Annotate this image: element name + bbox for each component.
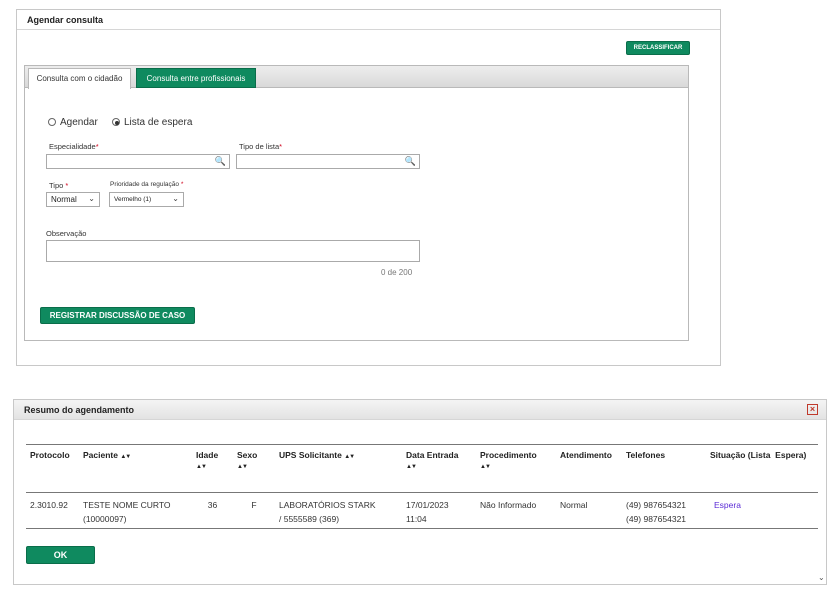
sort-icon[interactable]: ▲▼ <box>344 454 355 460</box>
tipo-lista-label-text: Tipo de lista <box>239 142 280 151</box>
paciente-id: (10000097) <box>83 514 127 524</box>
tab-consulta-profissionais[interactable]: Consulta entre profissionais <box>136 68 256 88</box>
radio-agendar-icon <box>48 118 56 126</box>
situacao-link[interactable]: Espera <box>714 500 741 510</box>
radio-lista-espera-icon <box>112 118 120 126</box>
col-ups-label: UPS Solicitante <box>279 450 342 460</box>
col-paciente-label: Paciente <box>83 450 118 460</box>
observacao-textarea[interactable] <box>46 240 420 262</box>
data-line1: 17/01/2023 <box>406 500 449 510</box>
col-protocolo-label: Protocolo <box>30 450 70 460</box>
especialidade-input[interactable]: 🔍 <box>46 154 230 169</box>
sort-icon[interactable]: ▲▼ <box>406 464 417 470</box>
observacao-label: Observação <box>46 229 87 238</box>
prioridade-label: Prioridade da regulação * <box>110 181 183 188</box>
table-row[interactable]: 2.3010.92 TESTE NOME CURTO (10000097) 36 … <box>26 492 818 529</box>
cell-telefones: (49) 987654321 (49) 987654321 <box>622 492 706 529</box>
col-paciente[interactable]: Paciente ▲▼ <box>79 444 192 493</box>
cell-sexo: F <box>233 492 275 529</box>
panel-title: Agendar consulta <box>17 10 720 30</box>
col-data-entrada[interactable]: Data Entrada ▲▼ <box>402 444 476 493</box>
search-icon[interactable]: 🔍 <box>215 156 226 167</box>
data-line2: 11:04 <box>406 514 427 524</box>
col-situacao: Situação (Lista Espera) <box>706 444 818 493</box>
cell-protocolo: 2.3010.92 <box>26 492 79 529</box>
cell-procedimento: Não Informado <box>476 492 556 529</box>
cell-paciente: TESTE NOME CURTO (10000097) <box>79 492 192 529</box>
tab-consulta-cidadao[interactable]: Consulta com o cidadão <box>28 68 131 89</box>
col-atendimento-label: Atendimento <box>560 450 612 460</box>
required-mark: * <box>95 142 99 151</box>
cell-situacao: Espera <box>706 492 818 529</box>
required-mark: * <box>65 181 69 190</box>
radio-lista-espera-label: Lista de espera <box>124 117 193 128</box>
tipo-select-value: Normal <box>51 195 77 204</box>
col-protocolo: Protocolo <box>26 444 79 493</box>
col-data-label: Data Entrada <box>406 450 459 460</box>
col-idade-label: Idade <box>196 450 219 460</box>
radio-agendar-label: Agendar <box>60 117 98 128</box>
col-telefones: Telefones <box>622 444 706 493</box>
required-mark: * <box>279 142 283 151</box>
tipo-lista-label: Tipo de lista* <box>239 142 282 151</box>
prioridade-label-text: Prioridade da regulação <box>110 181 180 188</box>
prioridade-select-value: Vermelho (1) <box>114 196 152 203</box>
search-icon[interactable]: 🔍 <box>405 156 416 167</box>
col-idade[interactable]: Idade ▲▼ <box>192 444 233 493</box>
sort-icon[interactable]: ▲▼ <box>480 464 491 470</box>
tab-bar: Consulta com o cidadão Consulta entre pr… <box>25 66 688 89</box>
paciente-nome: TESTE NOME CURTO <box>83 500 171 510</box>
scroll-down-icon[interactable]: ⌄ <box>818 573 825 582</box>
prioridade-select[interactable]: Vermelho (1) ⌄ <box>109 192 184 207</box>
chevron-down-icon: ⌄ <box>88 194 95 203</box>
ups-line1: LABORATÓRIOS STARK <box>279 500 376 510</box>
cell-ups: LABORATÓRIOS STARK / 5555589 (369) <box>275 492 402 529</box>
col-atendimento: Atendimento <box>556 444 622 493</box>
col-situacao-label: Situação (Lista Espera) <box>710 450 807 460</box>
col-telefones-label: Telefones <box>626 450 666 460</box>
especialidade-label-text: Especialidade <box>49 142 96 151</box>
sort-icon[interactable]: ▲▼ <box>196 464 207 470</box>
ups-line2: / 5555589 (369) <box>279 514 340 524</box>
tipo-select[interactable]: Normal ⌄ <box>46 192 100 207</box>
resumo-table: Protocolo Paciente ▲▼ Idade ▲▼ Sexo ▲▼ UPS… <box>26 444 818 529</box>
especialidade-label: Especialidade* <box>49 142 99 151</box>
col-procedimento[interactable]: Procedimento ▲▼ <box>476 444 556 493</box>
sort-icon[interactable]: ▲▼ <box>120 454 131 460</box>
resumo-title: Resumo do agendamento <box>14 400 826 420</box>
col-ups[interactable]: UPS Solicitante ▲▼ <box>275 444 402 493</box>
col-sexo-label: Sexo <box>237 450 258 460</box>
cell-idade: 36 <box>192 492 233 529</box>
cell-data-entrada: 17/01/2023 11:04 <box>402 492 476 529</box>
radio-agendar[interactable]: Agendar <box>48 117 98 128</box>
cell-atendimento: Normal <box>556 492 622 529</box>
radio-lista-espera[interactable]: Lista de espera <box>112 117 192 128</box>
tipo-label-text: Tipo <box>49 181 64 190</box>
col-sexo[interactable]: Sexo ▲▼ <box>233 444 275 493</box>
close-icon[interactable]: × <box>807 404 818 415</box>
reclassificar-button[interactable]: RECLASSIFICAR <box>626 41 690 55</box>
telefone1: (49) 987654321 <box>626 500 687 510</box>
registrar-discussao-button[interactable]: REGISTRAR DISCUSSÃO DE CASO <box>40 307 195 324</box>
col-procedimento-label: Procedimento <box>480 450 537 460</box>
telefone2: (49) 987654321 <box>626 514 687 524</box>
tipo-label: Tipo * <box>49 181 68 190</box>
tipo-lista-input[interactable]: 🔍 <box>236 154 420 169</box>
required-mark: * <box>180 181 184 188</box>
table-header-row: Protocolo Paciente ▲▼ Idade ▲▼ Sexo ▲▼ UPS… <box>26 444 818 493</box>
sort-icon[interactable]: ▲▼ <box>237 464 248 470</box>
ok-button[interactable]: OK <box>26 546 95 564</box>
char-counter: 0 de 200 <box>381 268 413 277</box>
chevron-down-icon: ⌄ <box>172 194 179 203</box>
